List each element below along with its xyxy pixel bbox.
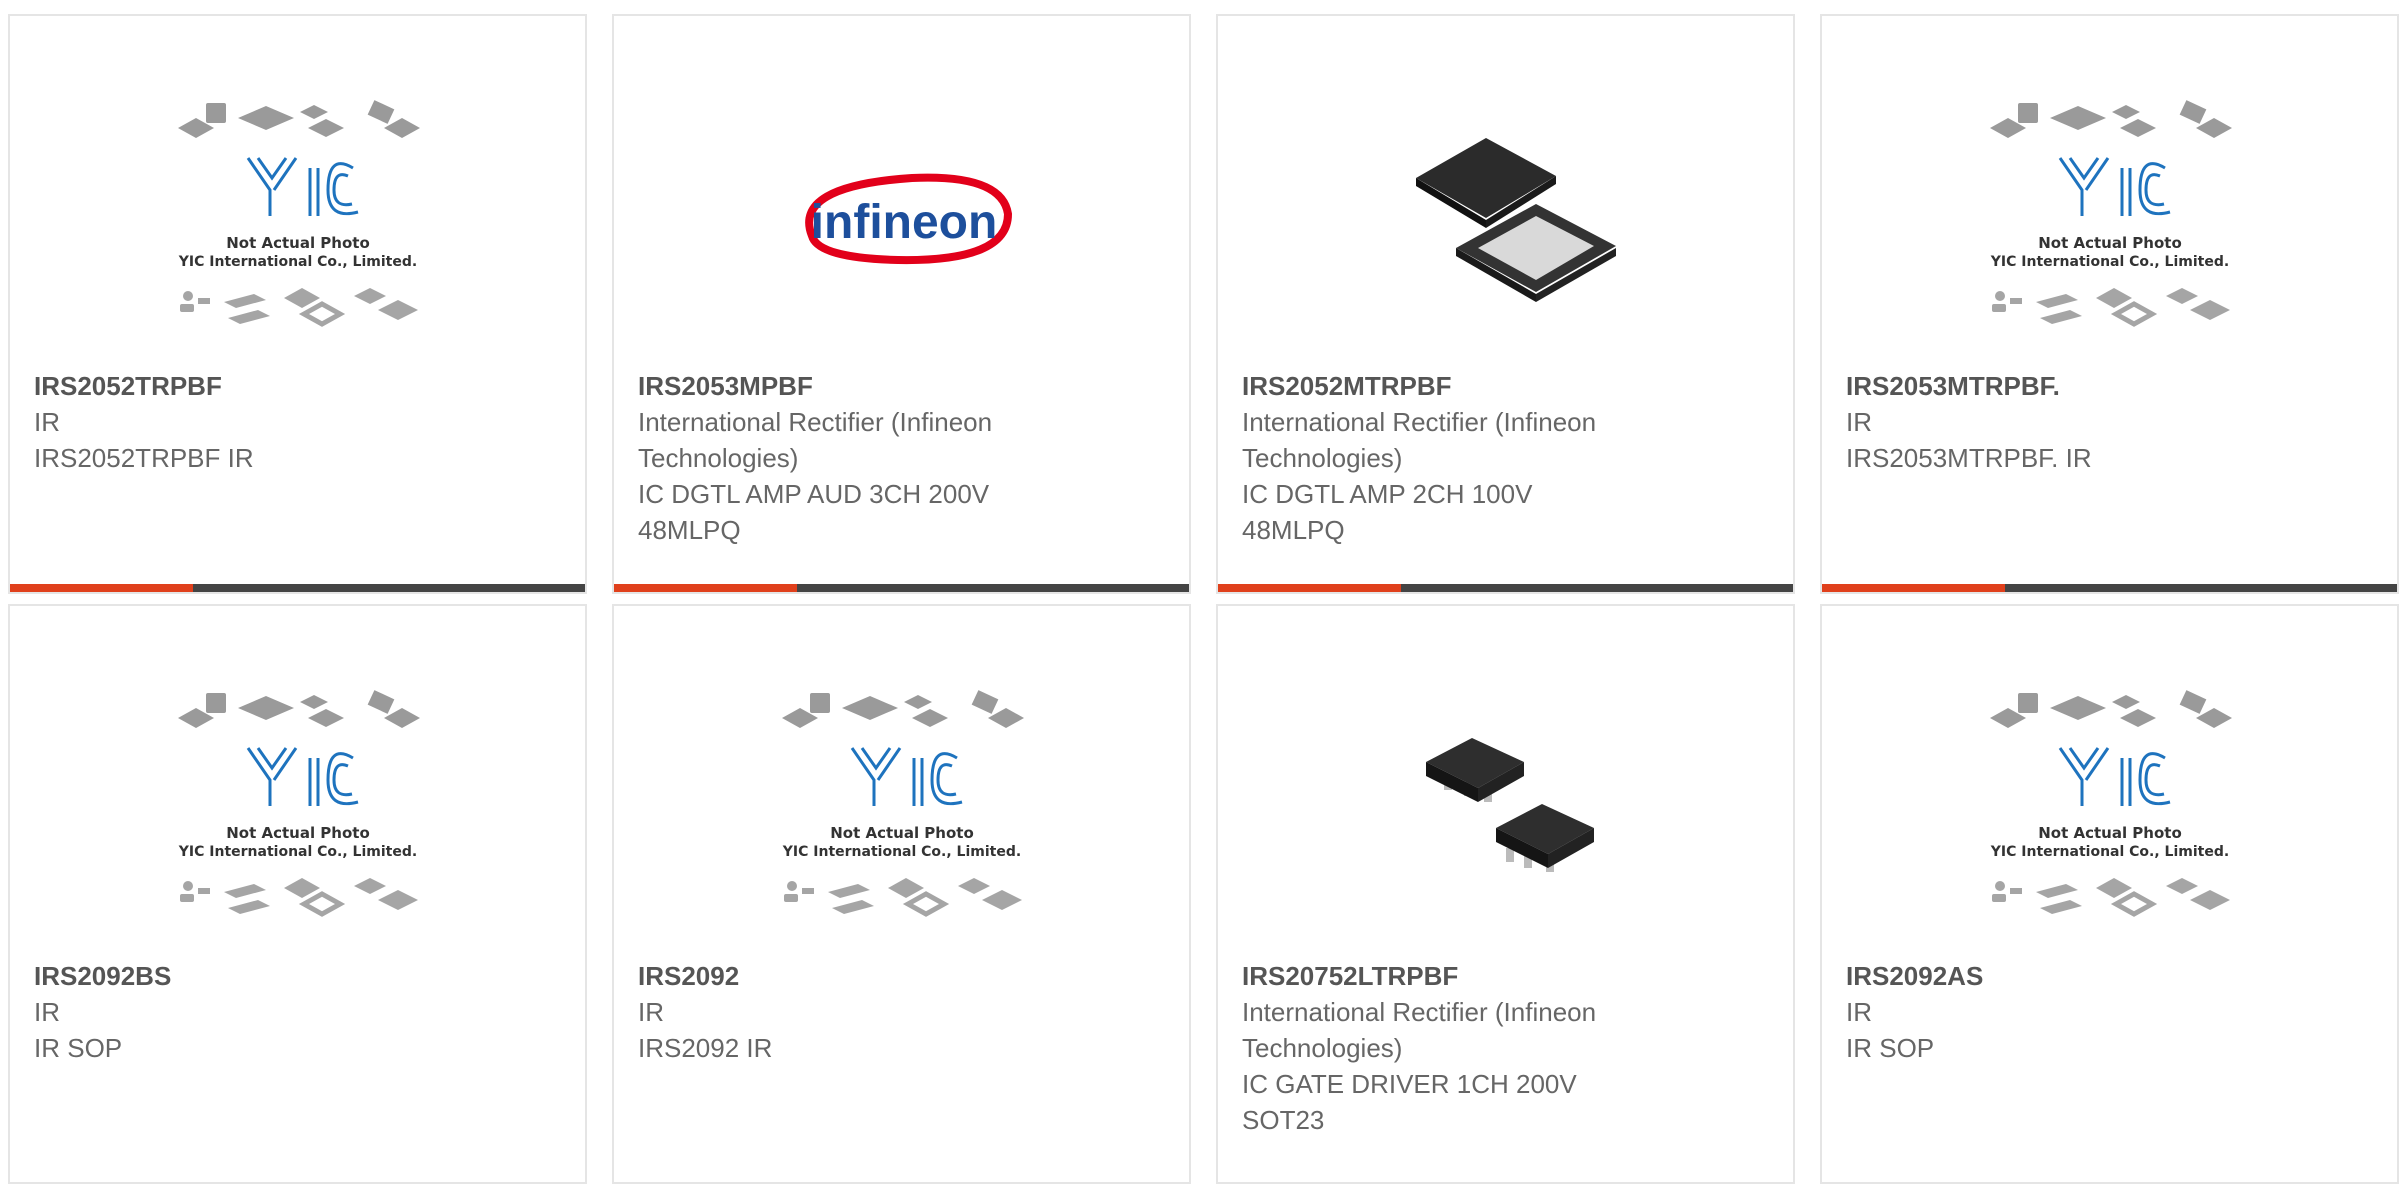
description: IR SOP [34, 1033, 123, 1063]
svg-text:infineon: infineon [810, 196, 997, 249]
product-image [1218, 78, 1793, 358]
part-number[interactable]: IRS2052MTRPBF [1242, 368, 1722, 404]
product-image: Not Actual Photo YIC International Co., … [614, 668, 1189, 948]
part-number[interactable]: IRS20752LTRPBF [1242, 958, 1722, 994]
not-actual-photo-placeholder-icon: Not Actual Photo YIC International Co., … [177, 100, 420, 327]
part-number[interactable]: IRS2053MTRPBF. [1846, 368, 2326, 404]
svg-text:Not Actual Photo: Not Actual Photo [226, 234, 370, 252]
svg-text:YIC International Co., Limited: YIC International Co., Limited. [1989, 844, 2228, 860]
description: IR SOP [1846, 1033, 1935, 1063]
svg-text:Not Actual Photo: Not Actual Photo [2038, 824, 2182, 842]
part-number[interactable]: IRS2052TRPBF [34, 368, 514, 404]
manufacturer: IR [638, 997, 664, 1027]
svg-text:YIC International Co., Limited: YIC International Co., Limited. [177, 844, 416, 860]
manufacturer: IR [1846, 997, 1872, 1027]
product-card[interactable]: Not Actual Photo YIC International Co., … [1820, 604, 2399, 1184]
svg-text:YIC International Co., Limited: YIC International Co., Limited. [1989, 254, 2228, 270]
manufacturer: International Rectifier (Infineon Techno… [1242, 407, 1597, 473]
card-bottom-bar [1218, 584, 1793, 592]
svg-text:YIC International Co., Limited: YIC International Co., Limited. [781, 844, 1020, 860]
qfn-chip-icon [1415, 138, 1616, 302]
product-card[interactable]: Not Actual Photo YIC International Co., … [8, 14, 587, 594]
not-actual-photo-placeholder-icon: Not Actual Photo YIC International Co., … [781, 690, 1024, 917]
description-2: 48MLPQ [638, 515, 741, 545]
product-image: Not Actual Photo YIC International Co., … [10, 78, 585, 358]
card-bottom-bar [614, 584, 1189, 592]
manufacturer: International Rectifier (Infineon Techno… [638, 407, 993, 473]
product-card[interactable]: Not Actual Photo YIC International Co., … [612, 604, 1191, 1184]
description: IRS2053MTRPBF. IR [1846, 443, 2092, 473]
description: IC GATE DRIVER 1CH 200V [1242, 1069, 1577, 1099]
sot23-chip-icon [1425, 738, 1594, 872]
not-actual-photo-placeholder-icon: Not Actual Photo YIC International Co., … [177, 690, 420, 917]
description: IRS2092 IR [638, 1033, 773, 1063]
manufacturer: International Rectifier (Infineon Techno… [1242, 997, 1597, 1063]
description: IRS2052TRPBF IR [34, 443, 254, 473]
part-number[interactable]: IRS2092 [638, 958, 1118, 994]
card-bottom-bar [10, 584, 585, 592]
svg-text:Not Actual Photo: Not Actual Photo [226, 824, 370, 842]
product-image [1218, 668, 1793, 948]
svg-text:Not Actual Photo: Not Actual Photo [830, 824, 974, 842]
product-image: Not Actual Photo YIC International Co., … [1822, 668, 2397, 948]
not-actual-photo-placeholder-icon: Not Actual Photo YIC International Co., … [1989, 690, 2232, 917]
manufacturer: IR [34, 997, 60, 1027]
svg-text:YIC International Co., Limited: YIC International Co., Limited. [177, 254, 416, 270]
manufacturer: IR [1846, 407, 1872, 437]
part-number[interactable]: IRS2053MPBF [638, 368, 1118, 404]
not-actual-photo-placeholder-icon: Not Actual Photo YIC International Co., … [1989, 100, 2232, 327]
product-card[interactable]: Not Actual Photo YIC International Co., … [1820, 14, 2399, 594]
infineon-logo-icon: infineon [804, 173, 1012, 265]
manufacturer: IR [34, 407, 60, 437]
description-2: 48MLPQ [1242, 515, 1345, 545]
product-card[interactable]: infineon IRS2053MPBF International Recti… [612, 14, 1191, 594]
product-image: Not Actual Photo YIC International Co., … [10, 668, 585, 948]
product-card[interactable]: Not Actual Photo YIC International Co., … [8, 604, 587, 1184]
card-bottom-bar [1822, 584, 2397, 592]
svg-text:Not Actual Photo: Not Actual Photo [2038, 234, 2182, 252]
product-image: infineon [614, 78, 1189, 358]
description: IC DGTL AMP 2CH 100V [1242, 479, 1533, 509]
description: IC DGTL AMP AUD 3CH 200V [638, 479, 990, 509]
part-number[interactable]: IRS2092AS [1846, 958, 2326, 994]
product-image: Not Actual Photo YIC International Co., … [1822, 78, 2397, 358]
product-card[interactable]: IRS20752LTRPBF International Rectifier (… [1216, 604, 1795, 1184]
part-number[interactable]: IRS2092BS [34, 958, 514, 994]
description-2: SOT23 [1242, 1105, 1325, 1135]
product-card[interactable]: IRS2052MTRPBF International Rectifier (I… [1216, 14, 1795, 594]
